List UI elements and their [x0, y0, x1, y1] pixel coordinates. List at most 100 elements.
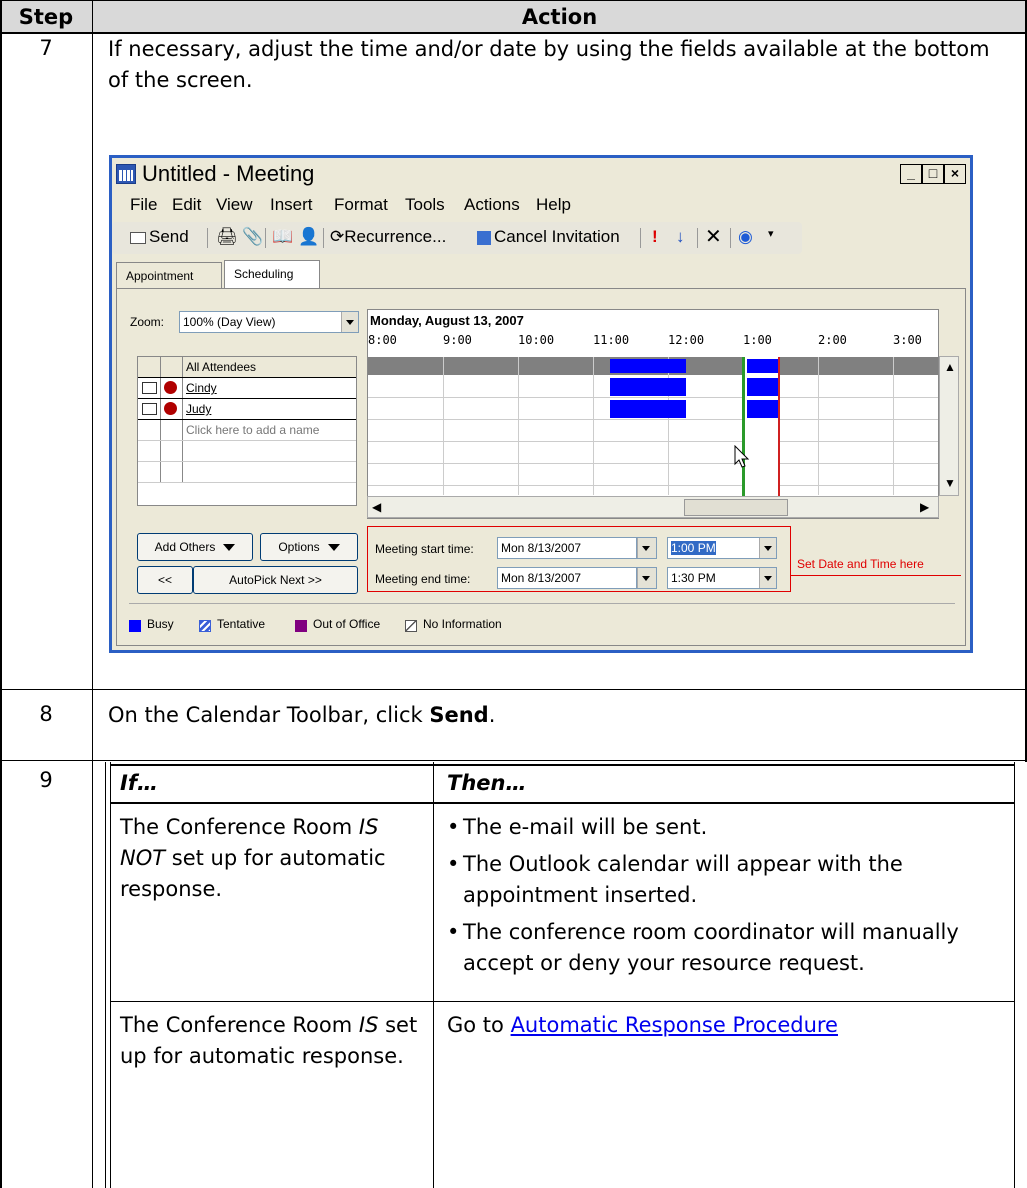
hour-label: 12:00 [668, 333, 705, 347]
cancel-invitation-label: Cancel Invitation [494, 227, 620, 246]
hour-label: 3:00 [893, 333, 922, 347]
start-time-label: Meeting start time: [375, 542, 474, 556]
busy-block-all [610, 359, 686, 373]
autopick-previous-button[interactable]: << [137, 566, 193, 594]
toolbar-separator [265, 228, 266, 248]
scroll-right-icon[interactable]: ▶ [920, 499, 929, 515]
step-7-text: If necessary, adjust the time and/or dat… [108, 37, 990, 92]
legend-tentative: Tentative [217, 617, 266, 631]
free-busy-grid[interactable]: Monday, August 13, 2007 8:00 9:00 10:00 … [367, 309, 939, 519]
attendee-name[interactable]: Judy [186, 399, 211, 419]
zoom-label: Zoom: [130, 315, 165, 329]
automatic-response-procedure-link[interactable]: Automatic Response Procedure [511, 1013, 838, 1037]
attendee-row-cindy[interactable]: Cindy [138, 378, 356, 399]
then-bullets: The e-mail will be sent. The Outlook cal… [447, 812, 1002, 985]
table-divider-step [92, 0, 93, 1188]
attendee-type-icon[interactable] [142, 382, 157, 394]
options-button[interactable]: Options [260, 533, 358, 561]
selected-meeting-slot[interactable] [742, 357, 780, 497]
print-icon[interactable]: 🖨 [216, 227, 238, 247]
end-time-label: Meeting end time: [375, 572, 471, 586]
hour-label: 11:00 [593, 333, 630, 347]
menu-help[interactable]: Help [536, 195, 571, 215]
menu-actions[interactable]: Actions [464, 195, 520, 215]
start-date-field[interactable]: Mon 8/13/2007 [497, 537, 637, 559]
procedure-document: Step Action 7 If necessary, adjust the t… [0, 0, 1027, 1188]
attendee-row-judy[interactable]: Judy [138, 399, 356, 420]
start-date-dropdown[interactable] [637, 537, 657, 559]
add-others-button[interactable]: Add Others [137, 533, 253, 561]
menu-file[interactable]: File [130, 195, 157, 215]
autopick-next-button[interactable]: AutoPick Next >> [193, 566, 358, 594]
hour-label: 10:00 [518, 333, 555, 347]
attendee-type-icon[interactable] [142, 403, 157, 415]
if-condition-not-set-up: The Conference Room IS NOT set up for au… [120, 812, 425, 905]
out-of-office-swatch-icon [295, 620, 307, 632]
menu-insert[interactable]: Insert [270, 195, 313, 215]
delete-icon[interactable]: ✕ [705, 224, 722, 249]
toolbar-options-icon[interactable]: ▾ [768, 227, 774, 240]
scroll-left-icon[interactable]: ◀ [372, 499, 381, 515]
chevron-down-icon[interactable] [637, 538, 656, 558]
add-attendee-placeholder[interactable]: Click here to add a name [186, 420, 319, 440]
header-step: Step [18, 5, 74, 29]
hour-label: 9:00 [443, 333, 472, 347]
toolbar-separator [730, 228, 731, 248]
help-icon[interactable]: ◉ [738, 227, 753, 247]
chevron-down-icon [327, 544, 340, 552]
cancel-invitation-icon [477, 230, 491, 245]
menu-format[interactable]: Format [334, 195, 388, 215]
maximize-button[interactable]: □ [922, 164, 944, 184]
standard-toolbar: Send 🖨 📎 📖 👤 ⟳Recurrence... Cancel Invit… [112, 222, 802, 254]
hour-gridline [518, 357, 519, 495]
menu-edit[interactable]: Edit [172, 195, 201, 215]
attendee-name[interactable]: Cindy [186, 378, 217, 398]
chevron-down-icon[interactable] [637, 568, 656, 588]
step-8-prefix: On the Calendar Toolbar, click [108, 703, 430, 727]
end-time-field[interactable]: 1:30 PM [667, 567, 777, 589]
chevron-down-icon[interactable] [759, 568, 776, 588]
send-button[interactable]: Send [130, 227, 189, 247]
menu-view[interactable]: View [216, 195, 253, 215]
toolbar-separator [207, 228, 208, 248]
end-date-field[interactable]: Mon 8/13/2007 [497, 567, 637, 589]
grid-row [368, 441, 938, 464]
tab-scheduling[interactable]: Scheduling [224, 260, 320, 288]
add-attendee-row[interactable]: Click here to add a name [138, 420, 356, 441]
busy-block-cindy [610, 378, 686, 396]
attach-icon[interactable]: 📎 [242, 227, 263, 247]
chevron-down-icon[interactable] [759, 538, 776, 558]
low-importance-icon[interactable]: ↓ [676, 227, 685, 247]
required-attendee-icon[interactable] [164, 381, 177, 394]
options-label: Options [278, 540, 320, 554]
scroll-up-icon[interactable]: ▲ [944, 359, 956, 375]
minimize-button[interactable]: _ [900, 164, 922, 184]
menu-bar: File Edit View Insert Format Tools Actio… [112, 192, 970, 220]
check-names-icon[interactable]: 👤 [298, 227, 319, 247]
start-time-field[interactable]: 1:00 PM [667, 537, 777, 559]
if-emphasis: IS [358, 1013, 379, 1037]
inner-table-border-left-outer [105, 762, 106, 1188]
zoom-select[interactable]: 100% (Day View) [179, 311, 359, 333]
scroll-thumb[interactable] [684, 499, 788, 516]
vertical-scrollbar[interactable]: ▲ ▼ [939, 356, 959, 496]
close-button[interactable]: × [944, 164, 966, 184]
empty-row [138, 441, 356, 462]
horizontal-scrollbar[interactable]: ◀ ▶ [367, 496, 939, 518]
scroll-down-icon[interactable]: ▼ [944, 475, 956, 491]
recurrence-button[interactable]: ⟳Recurrence... [330, 227, 446, 247]
inner-table-divider [433, 762, 434, 1188]
inner-table-row-divider [110, 1001, 1015, 1002]
tab-appointment[interactable]: Appointment [116, 262, 222, 288]
required-attendee-icon[interactable] [164, 402, 177, 415]
start-time-value: 1:00 PM [671, 541, 716, 555]
if-prefix: The Conference Room [120, 815, 359, 839]
menu-tools[interactable]: Tools [405, 195, 445, 215]
inner-table-border-right [1014, 762, 1015, 1188]
hour-gridline [593, 357, 594, 495]
cancel-invitation-button[interactable]: Cancel Invitation [477, 227, 620, 247]
chevron-down-icon[interactable] [341, 312, 358, 332]
end-date-dropdown[interactable] [637, 567, 657, 589]
high-importance-icon[interactable]: ! [652, 227, 658, 247]
address-book-icon[interactable]: 📖 [272, 227, 293, 247]
